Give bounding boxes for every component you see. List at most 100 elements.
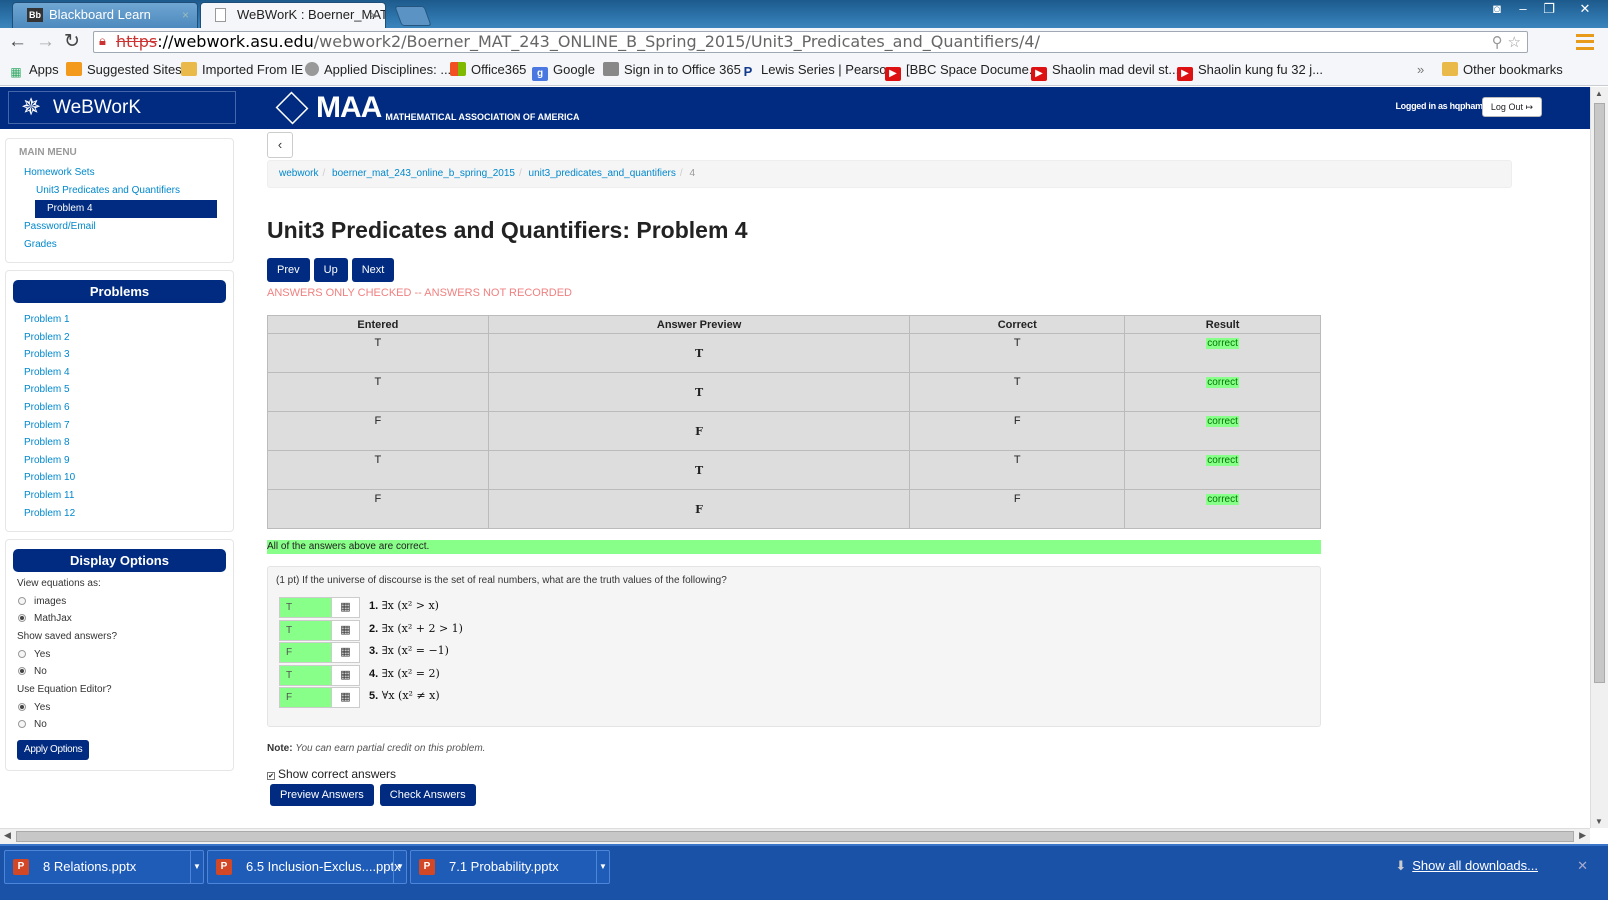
- next-button[interactable]: Next: [351, 258, 395, 282]
- maa-logo[interactable]: MAA MATHEMATICAL ASSOCIATION OF AMERICA: [275, 91, 579, 125]
- equation-editor-grid-icon[interactable]: ▦: [331, 619, 360, 641]
- problem-link[interactable]: Problem 7: [12, 417, 227, 435]
- show-correct-answers-checkbox[interactable]: ✔ Show correct answers: [267, 767, 396, 781]
- vertical-scrollbar[interactable]: ▲ ▼: [1590, 87, 1608, 828]
- logged-in-text: Logged in as hqpham.: [1395, 101, 1485, 111]
- tab-webwork[interactable]: WeBWorK : Boerner_MAT_ ×: [200, 2, 386, 28]
- answer-input[interactable]: F: [279, 687, 332, 708]
- radio-button[interactable]: [18, 703, 26, 712]
- checkbox[interactable]: ✔: [267, 772, 275, 780]
- pearson-icon: P: [743, 64, 753, 79]
- search-icon[interactable]: ⚲: [1492, 33, 1503, 51]
- problem-body: (1 pt) If the universe of discourse is t…: [267, 566, 1321, 727]
- problem-link[interactable]: Problem 10: [12, 469, 227, 487]
- chrome-menu-icon[interactable]: [1576, 34, 1594, 50]
- close-icon[interactable]: ×: [182, 3, 189, 27]
- back-chevron-icon[interactable]: ‹: [267, 132, 293, 158]
- radio-editor-yes[interactable]: Yes: [12, 699, 227, 716]
- problem-link[interactable]: Problem 1: [12, 311, 227, 329]
- equation-editor-grid-icon[interactable]: ▦: [331, 642, 360, 663]
- prev-button[interactable]: Prev: [267, 258, 310, 282]
- equation-editor-grid-icon[interactable]: ▦: [331, 687, 360, 708]
- close-window-icon[interactable]: ✕: [1562, 0, 1608, 18]
- user-icon[interactable]: ◙: [1484, 0, 1510, 18]
- chevron-down-icon[interactable]: ▼: [596, 851, 609, 883]
- download-item[interactable]: P 6.5 Inclusion-Exclus....pptx ▼: [207, 850, 407, 884]
- close-icon[interactable]: ×: [370, 3, 377, 27]
- problem-link[interactable]: Problem 11: [12, 487, 227, 505]
- forward-arrow-icon[interactable]: →: [36, 32, 55, 52]
- bookmark-office365-signin[interactable]: Sign in to Office 365: [603, 62, 741, 78]
- radio-images[interactable]: images: [12, 593, 227, 610]
- radio-saved-no[interactable]: No: [12, 663, 227, 680]
- problem-link[interactable]: Problem 3: [12, 346, 227, 364]
- reload-icon[interactable]: ↻: [64, 32, 80, 52]
- bookmark-pearson[interactable]: P Lewis Series | Pearson: [740, 62, 894, 79]
- answer-input[interactable]: F: [279, 642, 332, 663]
- tab-blackboard[interactable]: Bb Blackboard Learn ×: [12, 2, 198, 28]
- menu-current-problem[interactable]: Problem 4: [35, 200, 217, 218]
- apply-options-button[interactable]: Apply Options: [17, 740, 90, 761]
- star-icon[interactable]: ☆: [1508, 33, 1521, 51]
- menu-set-link[interactable]: Unit3 Predicates and Quantifiers: [12, 182, 227, 200]
- answer-row: T ▦ 2. ∃x (x² + 2 > 1): [276, 619, 1312, 643]
- download-item[interactable]: P 8 Relations.pptx ▼: [4, 850, 204, 884]
- bookmark-shaolin-kungfu[interactable]: ▶ Shaolin kung fu 32 j...: [1177, 62, 1323, 81]
- webwork-logo[interactable]: ✵ WeBWorK: [8, 91, 236, 124]
- equation-editor-grid-icon[interactable]: ▦: [331, 664, 360, 686]
- breadcrumb-set[interactable]: unit3_predicates_and_quantifiers: [529, 168, 676, 179]
- new-tab-button[interactable]: [394, 6, 432, 26]
- close-icon[interactable]: ✕: [1577, 858, 1588, 874]
- bookmark-applied-disciplines[interactable]: Applied Disciplines: ...: [305, 62, 451, 78]
- restore-icon[interactable]: ❐: [1536, 0, 1562, 18]
- logout-button[interactable]: Log Out ↦: [1481, 97, 1542, 117]
- preview-answers-button[interactable]: Preview Answers: [270, 784, 374, 806]
- horizontal-scrollbar[interactable]: ◀ ▶: [0, 828, 1590, 844]
- radio-mathjax[interactable]: MathJax: [12, 610, 227, 627]
- equation-editor-grid-icon[interactable]: ▦: [331, 597, 360, 618]
- problem-link[interactable]: Problem 6: [12, 399, 227, 417]
- radio-button[interactable]: [18, 667, 26, 676]
- menu-homework-sets[interactable]: Homework Sets: [12, 164, 227, 182]
- bookmark-shaolin-devil[interactable]: ▶ Shaolin mad devil st...: [1031, 62, 1179, 81]
- problem-link[interactable]: Problem 5: [12, 381, 227, 399]
- up-button[interactable]: Up: [313, 258, 348, 282]
- problem-link[interactable]: Problem 8: [12, 434, 227, 452]
- menu-password-email[interactable]: Password/Email: [12, 218, 227, 236]
- back-arrow-icon[interactable]: ←: [8, 32, 27, 52]
- answer-input[interactable]: T: [279, 619, 332, 641]
- chevron-down-icon[interactable]: ▼: [393, 851, 406, 883]
- radio-editor-no[interactable]: No: [12, 716, 227, 733]
- radio-button[interactable]: [18, 720, 26, 729]
- problem-link[interactable]: Problem 2: [12, 329, 227, 347]
- menu-grades[interactable]: Grades: [12, 236, 227, 254]
- radio-button[interactable]: [18, 614, 26, 623]
- answer-input[interactable]: T: [279, 597, 332, 618]
- breadcrumb-webwork[interactable]: webwork: [279, 168, 318, 179]
- problem-link[interactable]: Problem 4: [12, 364, 227, 382]
- breadcrumb-course[interactable]: boerner_mat_243_online_b_spring_2015: [332, 168, 515, 179]
- radio-button[interactable]: [18, 650, 26, 659]
- insecure-lock-icon[interactable]: 🔒︎: [99, 32, 106, 52]
- bookmark-suggested-sites[interactable]: Suggested Sites: [66, 62, 182, 78]
- bookmark-bbc-space[interactable]: ▶ [BBC Space Docume...: [885, 62, 1040, 81]
- bookmark-imported-from-ie[interactable]: Imported From IE: [181, 62, 303, 78]
- bookmark-apps[interactable]: ▦ Apps: [8, 62, 58, 79]
- bookmark-google[interactable]: g Google: [532, 62, 595, 81]
- radio-saved-yes[interactable]: Yes: [12, 646, 227, 663]
- cell-preview: T: [487, 372, 911, 412]
- header-correct: Correct: [909, 315, 1126, 334]
- chevron-down-icon[interactable]: ▼: [190, 851, 203, 883]
- bookmark-other[interactable]: Other bookmarks: [1442, 62, 1563, 78]
- problem-link[interactable]: Problem 12: [12, 505, 227, 523]
- show-all-downloads-link[interactable]: ⬇ Show all downloads...: [1395, 858, 1538, 874]
- minimize-icon[interactable]: –: [1510, 0, 1536, 18]
- check-answers-button[interactable]: Check Answers: [379, 784, 476, 806]
- bookmark-office365[interactable]: Office365: [450, 62, 526, 78]
- more-bookmarks-icon[interactable]: »: [1417, 62, 1424, 78]
- download-item[interactable]: P 7.1 Probability.pptx ▼: [410, 850, 610, 884]
- radio-button[interactable]: [18, 597, 26, 606]
- answer-input[interactable]: T: [279, 664, 332, 686]
- problem-link[interactable]: Problem 9: [12, 452, 227, 470]
- address-bar[interactable]: 🔒︎ https://webwork.asu.edu/webwork2/Boer…: [93, 31, 1528, 53]
